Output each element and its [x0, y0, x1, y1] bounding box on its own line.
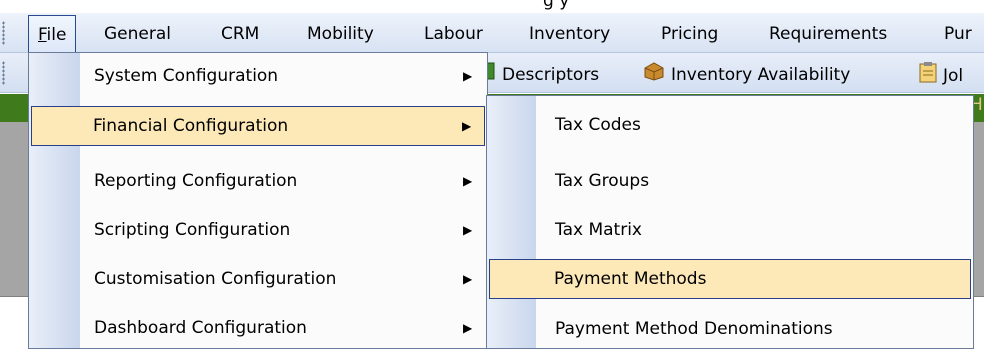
submenu-arrow-icon: ▶: [463, 69, 473, 83]
menu-item-tax-codes[interactable]: Tax Codes: [489, 106, 971, 146]
menu-item-reporting-configuration[interactable]: Reporting Configuration ▶: [31, 162, 485, 202]
menu-mobility[interactable]: Mobility: [298, 19, 383, 49]
menu-bar: File General CRM Mobility Labour Invento…: [0, 13, 984, 55]
menubar-grip-handle[interactable]: [2, 21, 5, 45]
menu-inventory[interactable]: Inventory: [520, 19, 619, 49]
menu-pricing[interactable]: Pricing: [652, 19, 727, 49]
inventory-availability-icon: [643, 61, 665, 89]
menu-item-payment-methods[interactable]: Payment Methods: [489, 259, 971, 299]
menu-labour[interactable]: Labour: [415, 19, 492, 49]
menu-item-customisation-configuration[interactable]: Customisation Configuration ▶: [31, 260, 485, 300]
menu-general[interactable]: General: [95, 19, 180, 49]
menu-item-system-configuration[interactable]: System Configuration ▶: [31, 57, 485, 97]
toolbar-inventory-availability-button[interactable]: Inventory Availability: [643, 61, 850, 87]
submenu-arrow-icon: ▶: [463, 321, 473, 335]
financial-configuration-submenu: Tax Codes Tax Groups Tax Matrix Payment …: [486, 95, 974, 349]
toolbar-descriptors-button[interactable]: Descriptors: [485, 61, 599, 87]
menu-item-scripting-configuration[interactable]: Scripting Configuration ▶: [31, 211, 485, 251]
menu-item-dashboard-configuration[interactable]: Dashboard Configuration ▶: [31, 309, 485, 349]
window-title-strip: g y: [0, 0, 984, 13]
submenu-arrow-icon: ▶: [463, 174, 473, 188]
submenu-arrow-icon: ▶: [463, 272, 473, 286]
job-icon: [919, 61, 937, 91]
menu-purchasing[interactable]: Pur: [935, 19, 981, 49]
menu-crm[interactable]: CRM: [212, 19, 268, 49]
toolbar-grip-handle[interactable]: [2, 61, 5, 85]
menu-requirements[interactable]: Requirements: [760, 19, 896, 49]
submenu-arrow-icon: ▶: [463, 223, 473, 237]
menu-item-financial-configuration[interactable]: Financial Configuration ▶: [31, 106, 485, 146]
window-title: g y: [543, 0, 570, 11]
toolbar-job-button[interactable]: Jol: [919, 61, 963, 87]
menu-item-payment-method-denominations[interactable]: Payment Method Denominations: [489, 310, 971, 349]
menu-item-tax-groups[interactable]: Tax Groups: [489, 162, 971, 202]
submenu-arrow-icon: ▶: [462, 119, 472, 133]
menu-item-tax-matrix[interactable]: Tax Matrix: [489, 211, 971, 251]
file-menu-dropdown: System Configuration ▶ Financial Configu…: [28, 52, 488, 349]
menu-file[interactable]: File: [28, 15, 77, 55]
